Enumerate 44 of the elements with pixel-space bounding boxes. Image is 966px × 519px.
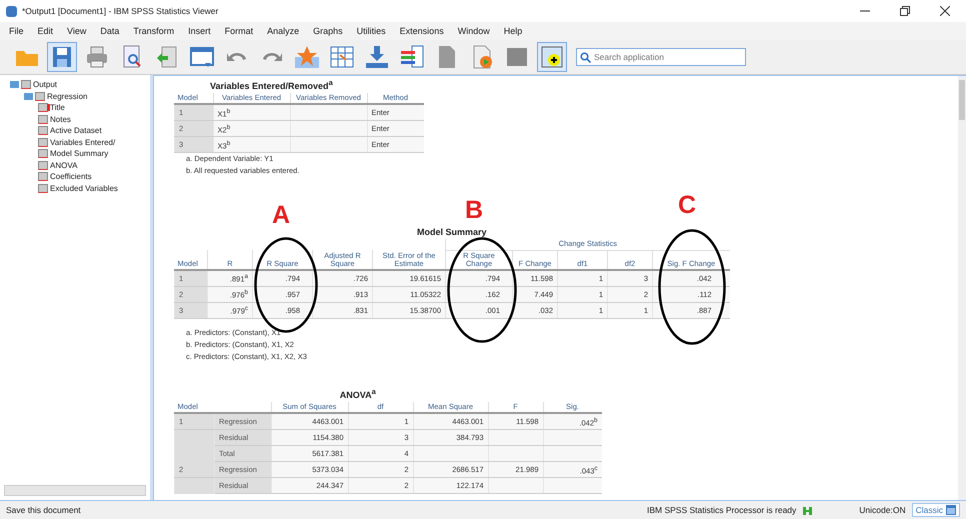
outline-item[interactable]: Model Summary (50, 149, 108, 158)
table-title: Model Summary (416, 227, 488, 238)
menu-item[interactable]: Graphs (313, 26, 343, 36)
menu-item[interactable]: Help (504, 26, 522, 36)
app-icon (6, 6, 17, 16)
outline-item[interactable]: Notes (50, 114, 71, 124)
status-message: Save this document (6, 505, 81, 515)
outline-item[interactable]: Active Dataset (50, 126, 102, 136)
table-title: ANOVA$^{a}$ (338, 387, 377, 400)
menu-item[interactable]: Analyze (267, 26, 300, 36)
table-title: Variables Entered/Removed$^{a}$ (209, 78, 334, 91)
menu-item[interactable]: Extensions (400, 26, 444, 36)
horizontal-scrollbar[interactable] (4, 485, 146, 496)
window-icon (946, 505, 956, 515)
search-icon (580, 52, 591, 63)
processor-status: IBM SPSS Statistics Processor is ready (647, 505, 796, 515)
menu-item[interactable]: Utilities (356, 26, 386, 36)
window-title: *Output1 [Document1] - IBM SPSS Statistics Viewer (22, 6, 218, 16)
outline-item[interactable]: Variables Entered/ (50, 138, 116, 147)
menu-item[interactable]: View (67, 26, 86, 36)
status-icon (802, 504, 814, 516)
menu-item[interactable]: Format (224, 26, 254, 36)
outline-item[interactable]: Title (50, 103, 65, 112)
menu-item[interactable]: File (9, 26, 24, 36)
outline-item[interactable]: Output (33, 80, 58, 90)
menu-item[interactable]: Edit (38, 26, 54, 36)
annotation-letter: A (272, 203, 290, 228)
outline-item[interactable]: ANOVA (50, 160, 78, 170)
menu-item[interactable]: Data (100, 26, 120, 36)
annotation-letter: C (678, 193, 696, 218)
save-icon[interactable] (47, 42, 77, 72)
unicode-status: Unicode:ON (859, 505, 906, 515)
annotation-letter: B (465, 198, 484, 224)
outline-item[interactable]: Excluded Variables (50, 184, 118, 193)
mode-button[interactable]: Classic (912, 503, 960, 517)
outline-item[interactable]: Coefficients (50, 172, 92, 182)
menu-item[interactable]: Window (458, 26, 490, 36)
vertical-scrollbar[interactable] (958, 76, 966, 500)
search-field[interactable]: Search application (576, 48, 746, 66)
menu-item[interactable]: Insert (188, 26, 211, 36)
menu-item[interactable]: Transform (133, 26, 174, 36)
outline-item[interactable]: Regression (47, 92, 88, 101)
restore-icon[interactable] (900, 6, 910, 16)
close-icon[interactable] (940, 6, 950, 16)
